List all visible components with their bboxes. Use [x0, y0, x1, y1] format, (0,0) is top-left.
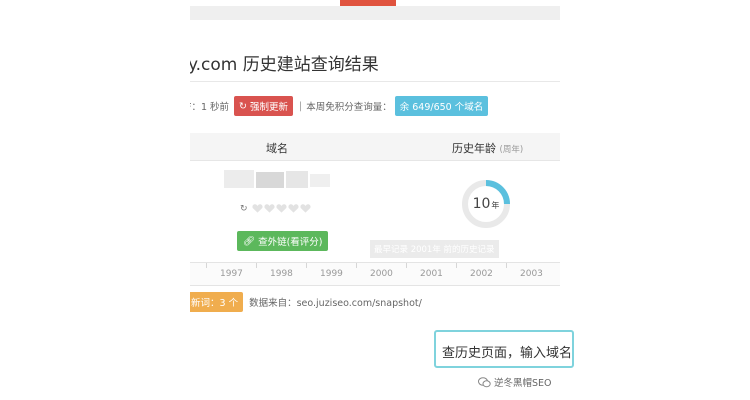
- domain-age: 10 年: [460, 178, 512, 230]
- callout-text: 查历史页面，输入域名: [442, 346, 573, 361]
- refresh-icon: ↻: [239, 100, 247, 112]
- refresh-icon[interactable]: ↻: [240, 204, 248, 214]
- timeline-year[interactable]: 1997: [220, 269, 243, 279]
- timeline-tooltip: 最早记录 2001年 前的历史记录: [370, 240, 499, 258]
- timeline-tick: [356, 263, 357, 268]
- heart-icon: [251, 204, 263, 213]
- page-title: y.com 历史建站查询结果: [190, 55, 379, 75]
- column-age-unit: (周年): [499, 145, 524, 155]
- status-line: F：1 秒前 ↻ 强制更新 | 本周免积分查询量： 余 649/650 个域名: [190, 96, 489, 116]
- results-table-header: 域名 历史年龄 (周年): [190, 133, 560, 161]
- timeline-tick: [406, 263, 407, 268]
- timeline-tick: [256, 263, 257, 268]
- timeline-year[interactable]: 2001: [420, 269, 443, 279]
- timeline-year[interactable]: 1999: [320, 269, 343, 279]
- watermark-text: 逆冬黑帽SEO: [494, 378, 552, 389]
- footer-line: 新词：3 个 数据来自：seo.juziseo.com/snapshot/: [190, 292, 422, 312]
- timeline-year[interactable]: 2000: [370, 269, 393, 279]
- quota-badge: 余 649/650 个域名: [394, 96, 489, 116]
- timeline-tick: [206, 263, 207, 268]
- heart-icon: [275, 204, 287, 213]
- timeline-year[interactable]: 2003: [520, 269, 543, 279]
- divider: [190, 81, 560, 82]
- backlinks-button[interactable]: 🔗︎ 查外链(看评分): [237, 231, 329, 251]
- watermark: 逆冬黑帽SEO: [478, 375, 552, 389]
- domain-name-redacted[interactable]: [224, 168, 330, 190]
- heart-icon: [263, 204, 275, 213]
- keywords-badge: 新词：3 个: [190, 292, 244, 312]
- backlinks-label: 查外链(看评分): [258, 237, 323, 248]
- separator: |: [299, 100, 303, 112]
- column-domain: 域名: [266, 142, 288, 155]
- link-icon: 🔗︎: [243, 235, 256, 247]
- force-refresh-label: 强制更新: [250, 102, 289, 113]
- wechat-icon: [478, 376, 491, 387]
- force-refresh-button[interactable]: ↻ 强制更新: [234, 96, 294, 116]
- heart-icon: [287, 204, 299, 213]
- data-source: 数据来自：seo.juziseo.com/snapshot/: [249, 298, 422, 309]
- timeline-tick: [506, 263, 507, 268]
- age-value: 10: [472, 196, 491, 212]
- instruction-callout: 查历史页面，输入域名: [434, 330, 574, 368]
- age-unit: 年: [491, 201, 500, 210]
- rating-hearts: ↻: [240, 203, 311, 214]
- column-age-label: 历史年龄: [452, 142, 496, 155]
- timeline-year[interactable]: 1998: [270, 269, 293, 279]
- heart-icon: [299, 204, 311, 213]
- timeline-year[interactable]: 2002: [470, 269, 493, 279]
- timeline-tick: [456, 263, 457, 268]
- column-age: 历史年龄 (周年): [452, 140, 523, 156]
- quota-label: 本周免积分查询量：: [306, 102, 392, 113]
- update-time: F：1 秒前: [190, 102, 230, 113]
- timeline-tick: [306, 263, 307, 268]
- top-nav-bar: [190, 6, 560, 20]
- history-timeline[interactable]: 1997 1998 1999 2000 2001 2002 2003: [190, 262, 560, 286]
- active-nav-tab[interactable]: [340, 0, 396, 6]
